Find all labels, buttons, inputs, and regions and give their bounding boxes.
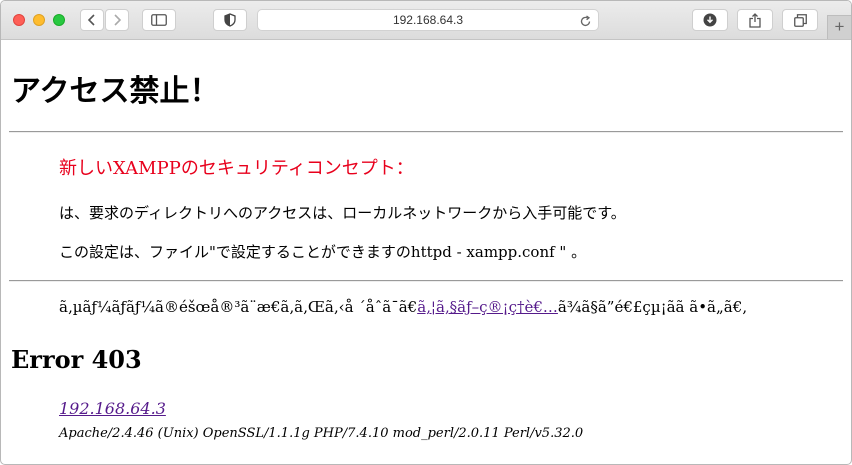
contact-text-end: ã¾ã§ã”é€£çµ¡ãã ã•ã„ã€‚ [557, 298, 748, 316]
minimize-window-button[interactable] [33, 14, 45, 26]
share-button[interactable] [737, 9, 773, 31]
error-heading: Error 403 [11, 345, 142, 374]
privacy-report-button[interactable] [213, 9, 247, 31]
close-window-button[interactable] [13, 14, 25, 26]
back-icon [87, 13, 97, 27]
host-link[interactable]: 192.168.64.3 [59, 399, 166, 418]
browser-toolbar: 192.168.64.3 + [1, 1, 851, 40]
reload-icon[interactable] [579, 13, 592, 32]
forward-icon [112, 13, 122, 27]
plus-icon: + [834, 17, 845, 36]
divider [9, 280, 843, 282]
config-info-text: この設定は、ファイル"で設定することができますのhttpd - xampp.co… [59, 243, 587, 261]
page-title: アクセス禁止！ [11, 74, 220, 109]
tabs-icon [793, 13, 807, 27]
downloads-button[interactable] [692, 9, 728, 31]
zoom-window-button[interactable] [53, 14, 65, 26]
sidebar-icon [151, 14, 167, 26]
download-icon [703, 13, 717, 27]
address-bar[interactable]: 192.168.64.3 [257, 9, 599, 31]
page-content: アクセス禁止！ 新しいXAMPPのセキュリティコンセプト： は、要求のディレクト… [1, 40, 851, 464]
shield-icon [224, 13, 236, 27]
new-tab-button[interactable]: + [827, 15, 851, 39]
share-icon [749, 12, 761, 28]
back-button[interactable] [80, 9, 104, 31]
address-text: 192.168.64.3 [392, 13, 464, 27]
browser-window: 192.168.64.3 + アクセス禁止！ 新しいXAMPPのセキュリティコン… [0, 0, 852, 465]
contact-text: ã‚µãƒ¼ãƒãƒ¼ã®éšœå®³ã¨æ€ã‚ã‚Œã‚‹å ´åˆã¯ã€… [59, 298, 747, 316]
sidebar-button[interactable] [142, 9, 176, 31]
server-signature: Apache/2.4.46 (Unix) OpenSSL/1.1.1g PHP/… [59, 426, 584, 441]
security-concept-heading: 新しいXAMPPのセキュリティコンセプト： [59, 158, 414, 179]
divider [9, 131, 843, 133]
tab-overview-button[interactable] [782, 9, 818, 31]
contact-text-start: ã‚µãƒ¼ãƒãƒ¼ã®éšœå®³ã¨æ€ã‚ã‚Œã‚‹å ´åˆã¯ã€ [59, 298, 418, 316]
access-info-text: は、要求のディレクトリへのアクセスは、ローカルネットワークから入手可能です。 [59, 204, 626, 222]
webmaster-link[interactable]: ã‚¦ã‚§ãƒ–ç®¡ç†è€… [417, 298, 558, 316]
forward-button[interactable] [105, 9, 129, 31]
